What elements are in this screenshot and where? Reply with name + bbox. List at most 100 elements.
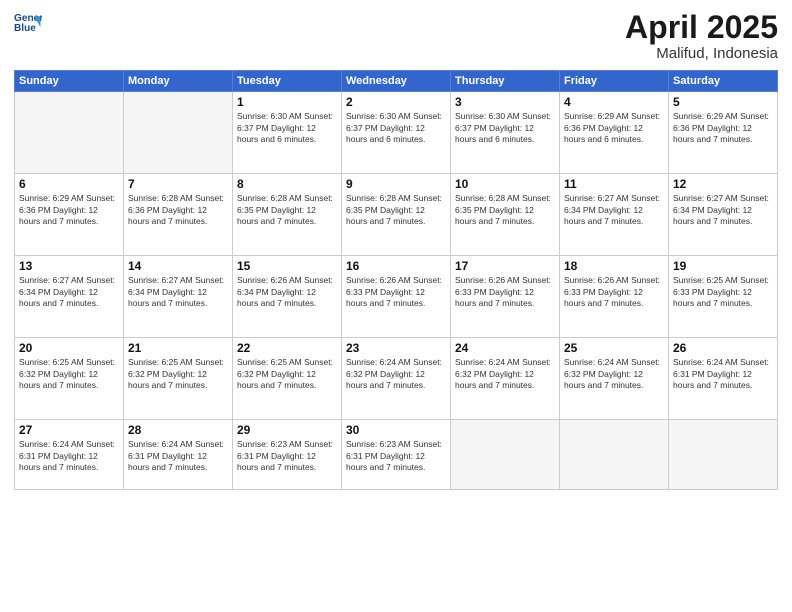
day-number: 11 <box>564 177 664 191</box>
calendar-cell: 17 Sunrise: 6:26 AM Sunset: 6:33 PM Dayli… <box>451 256 560 338</box>
calendar: SundayMondayTuesdayWednesdayThursdayFrid… <box>14 70 778 490</box>
calendar-cell: 7Sunrise: 6:28 AM Sunset: 6:36 PM Daylig… <box>124 174 233 256</box>
weekday-header-thursday: Thursday <box>451 71 560 92</box>
calendar-cell: 15 Sunrise: 6:26 AM Sunset: 6:34 PM Dayli… <box>233 256 342 338</box>
day-info: Sunrise: 6:24 AM Sunset: 6:32 PM Dayligh… <box>455 357 555 391</box>
day-number: 21 <box>128 341 228 355</box>
calendar-cell: 29 Sunrise: 6:23 AM Sunset: 6:31 PM Dayli… <box>233 420 342 490</box>
calendar-cell: 22 Sunrise: 6:25 AM Sunset: 6:32 PM Dayli… <box>233 338 342 420</box>
calendar-cell: 6Sunrise: 6:29 AM Sunset: 6:36 PM Daylig… <box>15 174 124 256</box>
day-number: 1 <box>237 95 337 109</box>
logo: General Blue <box>14 10 44 38</box>
day-number: 27 <box>19 423 119 437</box>
day-info: Sunrise: 6:23 AM Sunset: 6:31 PM Dayligh… <box>346 439 446 473</box>
day-number: 12 <box>673 177 773 191</box>
weekday-header-tuesday: Tuesday <box>233 71 342 92</box>
day-number: 20 <box>19 341 119 355</box>
weekday-header-monday: Monday <box>124 71 233 92</box>
day-number: 30 <box>346 423 446 437</box>
day-info: Sunrise: 6:25 AM Sunset: 6:32 PM Dayligh… <box>128 357 228 391</box>
day-info: Sunrise: 6:25 AM Sunset: 6:32 PM Dayligh… <box>237 357 337 391</box>
day-number: 4 <box>564 95 664 109</box>
calendar-cell: 9 Sunrise: 6:28 AM Sunset: 6:35 PM Daylig… <box>342 174 451 256</box>
weekday-header-saturday: Saturday <box>669 71 778 92</box>
calendar-cell: 3 Sunrise: 6:30 AM Sunset: 6:37 PM Daylig… <box>451 92 560 174</box>
title-block: April 2025 Malifud, Indonesia <box>625 10 778 62</box>
weekday-header-sunday: Sunday <box>15 71 124 92</box>
calendar-cell: 4Sunrise: 6:29 AM Sunset: 6:36 PM Daylig… <box>560 92 669 174</box>
calendar-cell <box>560 420 669 490</box>
calendar-cell: 2 Sunrise: 6:30 AM Sunset: 6:37 PM Daylig… <box>342 92 451 174</box>
day-info: Sunrise: 6:26 AM Sunset: 6:33 PM Dayligh… <box>455 275 555 309</box>
calendar-cell: 20 Sunrise: 6:25 AM Sunset: 6:32 PM Dayli… <box>15 338 124 420</box>
calendar-cell: 13 Sunrise: 6:27 AM Sunset: 6:34 PM Dayli… <box>15 256 124 338</box>
day-info: Sunrise: 6:25 AM Sunset: 6:33 PM Dayligh… <box>673 275 773 309</box>
calendar-cell: 23Sunrise: 6:24 AM Sunset: 6:32 PM Dayli… <box>342 338 451 420</box>
day-info: Sunrise: 6:24 AM Sunset: 6:31 PM Dayligh… <box>673 357 773 391</box>
day-number: 26 <box>673 341 773 355</box>
calendar-cell: 14Sunrise: 6:27 AM Sunset: 6:34 PM Dayli… <box>124 256 233 338</box>
day-info: Sunrise: 6:29 AM Sunset: 6:36 PM Dayligh… <box>673 111 773 145</box>
day-number: 5 <box>673 95 773 109</box>
day-info: Sunrise: 6:26 AM Sunset: 6:34 PM Dayligh… <box>237 275 337 309</box>
day-number: 3 <box>455 95 555 109</box>
day-number: 29 <box>237 423 337 437</box>
calendar-cell: 28 Sunrise: 6:24 AM Sunset: 6:31 PM Dayli… <box>124 420 233 490</box>
day-info: Sunrise: 6:28 AM Sunset: 6:35 PM Dayligh… <box>346 193 446 227</box>
day-info: Sunrise: 6:24 AM Sunset: 6:31 PM Dayligh… <box>128 439 228 473</box>
day-number: 24 <box>455 341 555 355</box>
calendar-cell: 27 Sunrise: 6:24 AM Sunset: 6:31 PM Dayli… <box>15 420 124 490</box>
day-info: Sunrise: 6:30 AM Sunset: 6:37 PM Dayligh… <box>455 111 555 145</box>
day-number: 19 <box>673 259 773 273</box>
calendar-cell: 12 Sunrise: 6:27 AM Sunset: 6:34 PM Dayli… <box>669 174 778 256</box>
calendar-cell: 1 Sunrise: 6:30 AM Sunset: 6:37 PM Daylig… <box>233 92 342 174</box>
calendar-cell <box>451 420 560 490</box>
svg-text:Blue: Blue <box>14 23 36 34</box>
day-info: Sunrise: 6:28 AM Sunset: 6:36 PM Dayligh… <box>128 193 228 227</box>
calendar-cell: 26 Sunrise: 6:24 AM Sunset: 6:31 PM Dayli… <box>669 338 778 420</box>
day-info: Sunrise: 6:29 AM Sunset: 6:36 PM Dayligh… <box>19 193 119 227</box>
day-info: Sunrise: 6:25 AM Sunset: 6:32 PM Dayligh… <box>19 357 119 391</box>
day-number: 28 <box>128 423 228 437</box>
day-number: 22 <box>237 341 337 355</box>
calendar-cell: 25 Sunrise: 6:24 AM Sunset: 6:32 PM Dayli… <box>560 338 669 420</box>
day-info: Sunrise: 6:23 AM Sunset: 6:31 PM Dayligh… <box>237 439 337 473</box>
day-info: Sunrise: 6:24 AM Sunset: 6:31 PM Dayligh… <box>19 439 119 473</box>
header: General Blue April 2025 Malifud, Indones… <box>14 10 778 62</box>
day-number: 18 <box>564 259 664 273</box>
day-number: 17 <box>455 259 555 273</box>
day-number: 13 <box>19 259 119 273</box>
day-number: 2 <box>346 95 446 109</box>
day-info: Sunrise: 6:24 AM Sunset: 6:32 PM Dayligh… <box>346 357 446 391</box>
day-info: Sunrise: 6:24 AM Sunset: 6:32 PM Dayligh… <box>564 357 664 391</box>
calendar-cell: 16 Sunrise: 6:26 AM Sunset: 6:33 PM Dayli… <box>342 256 451 338</box>
day-number: 9 <box>346 177 446 191</box>
day-info: Sunrise: 6:30 AM Sunset: 6:37 PM Dayligh… <box>346 111 446 145</box>
weekday-header-wednesday: Wednesday <box>342 71 451 92</box>
logo-icon: General Blue <box>14 10 42 38</box>
day-info: Sunrise: 6:28 AM Sunset: 6:35 PM Dayligh… <box>237 193 337 227</box>
day-info: Sunrise: 6:30 AM Sunset: 6:37 PM Dayligh… <box>237 111 337 145</box>
month-title: April 2025 <box>625 10 778 45</box>
day-number: 10 <box>455 177 555 191</box>
calendar-cell: 18 Sunrise: 6:26 AM Sunset: 6:33 PM Dayli… <box>560 256 669 338</box>
day-number: 25 <box>564 341 664 355</box>
calendar-cell: 11 Sunrise: 6:27 AM Sunset: 6:34 PM Dayli… <box>560 174 669 256</box>
day-info: Sunrise: 6:26 AM Sunset: 6:33 PM Dayligh… <box>564 275 664 309</box>
calendar-cell: 8 Sunrise: 6:28 AM Sunset: 6:35 PM Daylig… <box>233 174 342 256</box>
day-number: 15 <box>237 259 337 273</box>
day-number: 8 <box>237 177 337 191</box>
calendar-cell: 24 Sunrise: 6:24 AM Sunset: 6:32 PM Dayli… <box>451 338 560 420</box>
calendar-cell <box>669 420 778 490</box>
day-info: Sunrise: 6:27 AM Sunset: 6:34 PM Dayligh… <box>19 275 119 309</box>
page: General Blue April 2025 Malifud, Indones… <box>0 0 792 612</box>
day-number: 14 <box>128 259 228 273</box>
day-info: Sunrise: 6:27 AM Sunset: 6:34 PM Dayligh… <box>564 193 664 227</box>
day-info: Sunrise: 6:26 AM Sunset: 6:33 PM Dayligh… <box>346 275 446 309</box>
calendar-cell: 10Sunrise: 6:28 AM Sunset: 6:35 PM Dayli… <box>451 174 560 256</box>
weekday-header-friday: Friday <box>560 71 669 92</box>
calendar-cell: 21 Sunrise: 6:25 AM Sunset: 6:32 PM Dayli… <box>124 338 233 420</box>
day-info: Sunrise: 6:27 AM Sunset: 6:34 PM Dayligh… <box>673 193 773 227</box>
calendar-cell: 30 Sunrise: 6:23 AM Sunset: 6:31 PM Dayli… <box>342 420 451 490</box>
day-number: 16 <box>346 259 446 273</box>
